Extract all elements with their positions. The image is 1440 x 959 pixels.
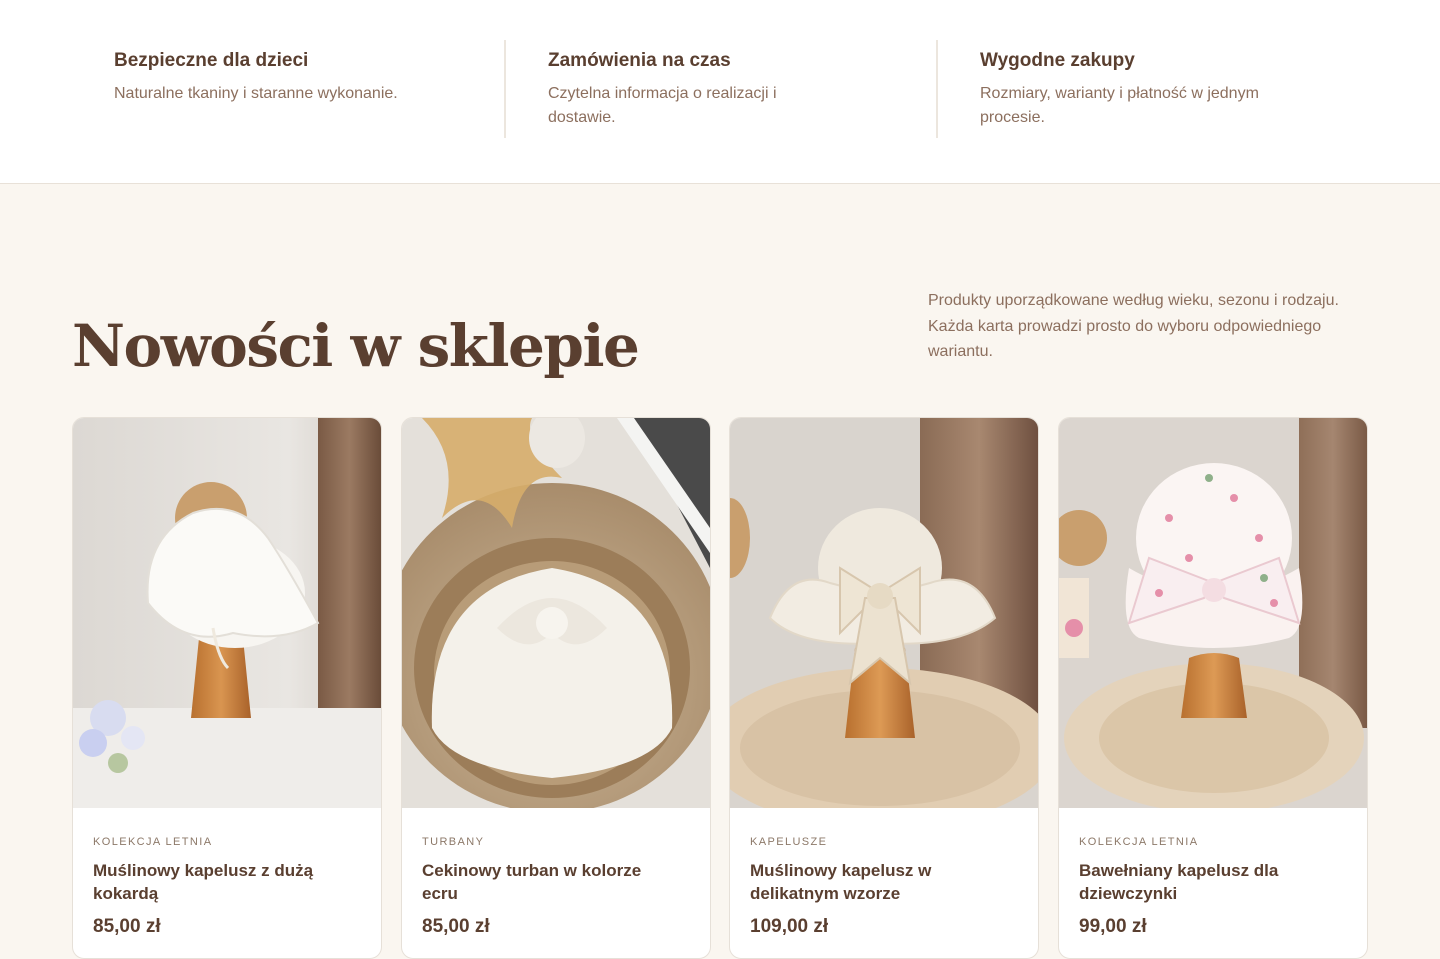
product-price: 109,00 zł <box>750 916 829 937</box>
product-name[interactable]: Muślinowy kapelusz w delikatnym wzorze <box>750 859 1000 905</box>
product-image[interactable] <box>730 418 1038 808</box>
product-price: 85,00 zł <box>93 916 161 937</box>
feature-title: Zamówienia na czas <box>548 50 731 71</box>
product-category: TURBANY <box>422 836 485 848</box>
feature-title: Bezpieczne dla dzieci <box>114 50 309 71</box>
features-bar: Bezpieczne dla dzieci Naturalne tkaniny … <box>0 0 1440 184</box>
section-intro: Produkty uporządkowane według wieku, sez… <box>928 292 1339 360</box>
feature-convenient-shopping: Wygodne zakupy Rozmiary, warianty i płat… <box>936 40 1370 138</box>
product-price: 85,00 zł <box>422 916 490 937</box>
product-name[interactable]: Bawełniany kapelusz dla dziewczynki <box>1079 859 1329 905</box>
feature-on-time-orders: Zamówienia na czas Czytelna informacja o… <box>504 40 938 138</box>
product-image[interactable] <box>1059 418 1367 808</box>
product-category: KOLEKCJA LETNIA <box>93 836 213 848</box>
product-image[interactable] <box>402 418 710 808</box>
product-name[interactable]: Cekinowy turban w kolorze ecru <box>422 859 672 905</box>
product-name[interactable]: Muślinowy kapelusz z dużą kokardą <box>93 859 343 905</box>
feature-safe-for-kids: Bezpieczne dla dzieci Naturalne tkaniny … <box>72 40 504 138</box>
product-category: KAPELUSZE <box>750 836 828 848</box>
section-title: Nowości w sklepie <box>72 312 640 380</box>
feature-text: Naturalne tkaniny i staranne wykonanie. <box>114 85 398 102</box>
product-card[interactable]: KAPELUSZE Muślinowy kapelusz w delikatny… <box>729 417 1039 959</box>
product-card[interactable]: TURBANY Cekinowy turban w kolorze ecru 8… <box>401 417 711 959</box>
product-card[interactable]: KOLEKCJA LETNIA Muślinowy kapelusz z duż… <box>72 417 382 959</box>
product-card[interactable]: KOLEKCJA LETNIA Bawełniany kapelusz dla … <box>1058 417 1368 959</box>
product-price: 99,00 zł <box>1079 916 1147 937</box>
product-image[interactable] <box>73 418 381 808</box>
feature-text: Czytelna informacja o realizacji i dosta… <box>548 85 777 126</box>
feature-title: Wygodne zakupy <box>980 50 1135 71</box>
product-category: KOLEKCJA LETNIA <box>1079 836 1199 848</box>
feature-text: Rozmiary, warianty i płatność w jednym p… <box>980 85 1259 126</box>
